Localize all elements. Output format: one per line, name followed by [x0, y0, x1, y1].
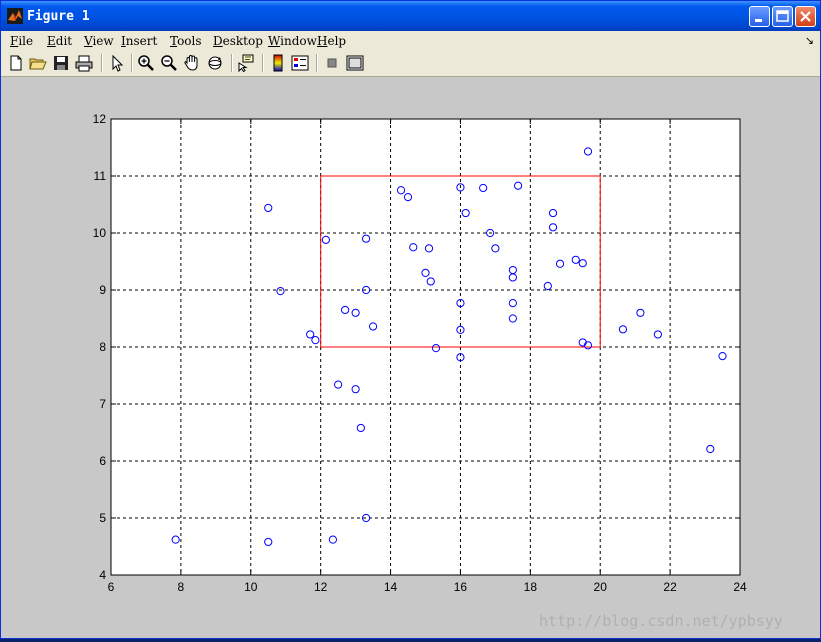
x-tick-label: 24 [733, 580, 747, 594]
y-tick-label: 7 [99, 397, 106, 411]
colorbar-icon[interactable] [269, 54, 287, 72]
x-tick-label: 6 [108, 580, 115, 594]
y-tick-label: 6 [99, 454, 106, 468]
close-button[interactable] [795, 6, 816, 27]
menu-tools[interactable]: Tools [170, 34, 202, 48]
title-bar[interactable]: Figure 1 [1, 1, 820, 31]
x-tick-label: 16 [454, 580, 468, 594]
matlab-logo-icon [7, 8, 23, 24]
window-title: Figure 1 [27, 9, 90, 24]
y-tick-label: 10 [93, 226, 107, 240]
y-tick-label: 11 [94, 169, 107, 183]
pointer-icon[interactable] [108, 54, 126, 72]
menu-help[interactable]: Help [317, 34, 346, 48]
dock-arrow-icon[interactable]: ↘ [805, 34, 814, 47]
pan-icon[interactable] [183, 54, 201, 72]
maximize-button[interactable] [772, 6, 793, 27]
x-tick-label: 8 [178, 580, 185, 594]
minimize-icon [755, 19, 762, 22]
figure-toolbar [1, 51, 820, 77]
menu-view[interactable]: View [84, 34, 114, 48]
save-icon[interactable] [52, 54, 70, 72]
x-tick-label: 14 [384, 580, 398, 594]
hide-plot-tools-icon[interactable] [323, 54, 341, 72]
new-file-icon[interactable] [7, 54, 25, 72]
x-tick-label: 20 [594, 580, 608, 594]
close-icon [800, 11, 811, 22]
show-plot-tools-icon[interactable] [346, 54, 364, 72]
y-tick-label: 8 [99, 340, 106, 354]
zoom-in-icon[interactable] [137, 54, 155, 72]
print-icon[interactable] [75, 54, 93, 72]
x-tick-label: 12 [314, 580, 328, 594]
figure-canvas: 6 8 10 12 14 16 18 20 22 24 4 5 6 7 8 9 10 11 12 http://bl… [1, 77, 820, 638]
y-tick-label: 5 [99, 511, 106, 525]
maximize-icon [776, 10, 789, 22]
menu-bar: File Edit View Insert Tools Desktop Wind… [1, 31, 820, 51]
y-tick-label: 4 [99, 568, 106, 582]
zoom-out-icon[interactable] [160, 54, 178, 72]
x-tick-label: 22 [663, 580, 677, 594]
watermark-text: http://blog.csdn.net/ypbsyy [539, 612, 783, 630]
menu-window[interactable]: Window [268, 34, 317, 48]
data-cursor-icon[interactable] [237, 54, 255, 72]
menu-insert[interactable]: Insert [121, 34, 157, 48]
menu-edit[interactable]: Edit [47, 34, 72, 48]
y-tick-label: 9 [99, 283, 106, 297]
open-file-icon[interactable] [29, 54, 47, 72]
rotate-3d-icon[interactable] [206, 54, 224, 72]
legend-icon[interactable] [291, 54, 309, 72]
menu-file[interactable]: File [10, 34, 33, 48]
x-tick-label: 10 [244, 580, 258, 594]
scatter-plot[interactable]: 6 8 10 12 14 16 18 20 22 24 4 5 6 7 8 9 10 11 12 http://bl… [1, 77, 820, 638]
x-tick-label: 18 [524, 580, 538, 594]
figure-window: Figure 1 File Edit View Insert Tools Des… [0, 0, 821, 639]
minimize-button[interactable] [749, 6, 770, 27]
y-tick-label: 12 [93, 112, 107, 126]
menu-desktop[interactable]: Desktop [213, 34, 263, 48]
